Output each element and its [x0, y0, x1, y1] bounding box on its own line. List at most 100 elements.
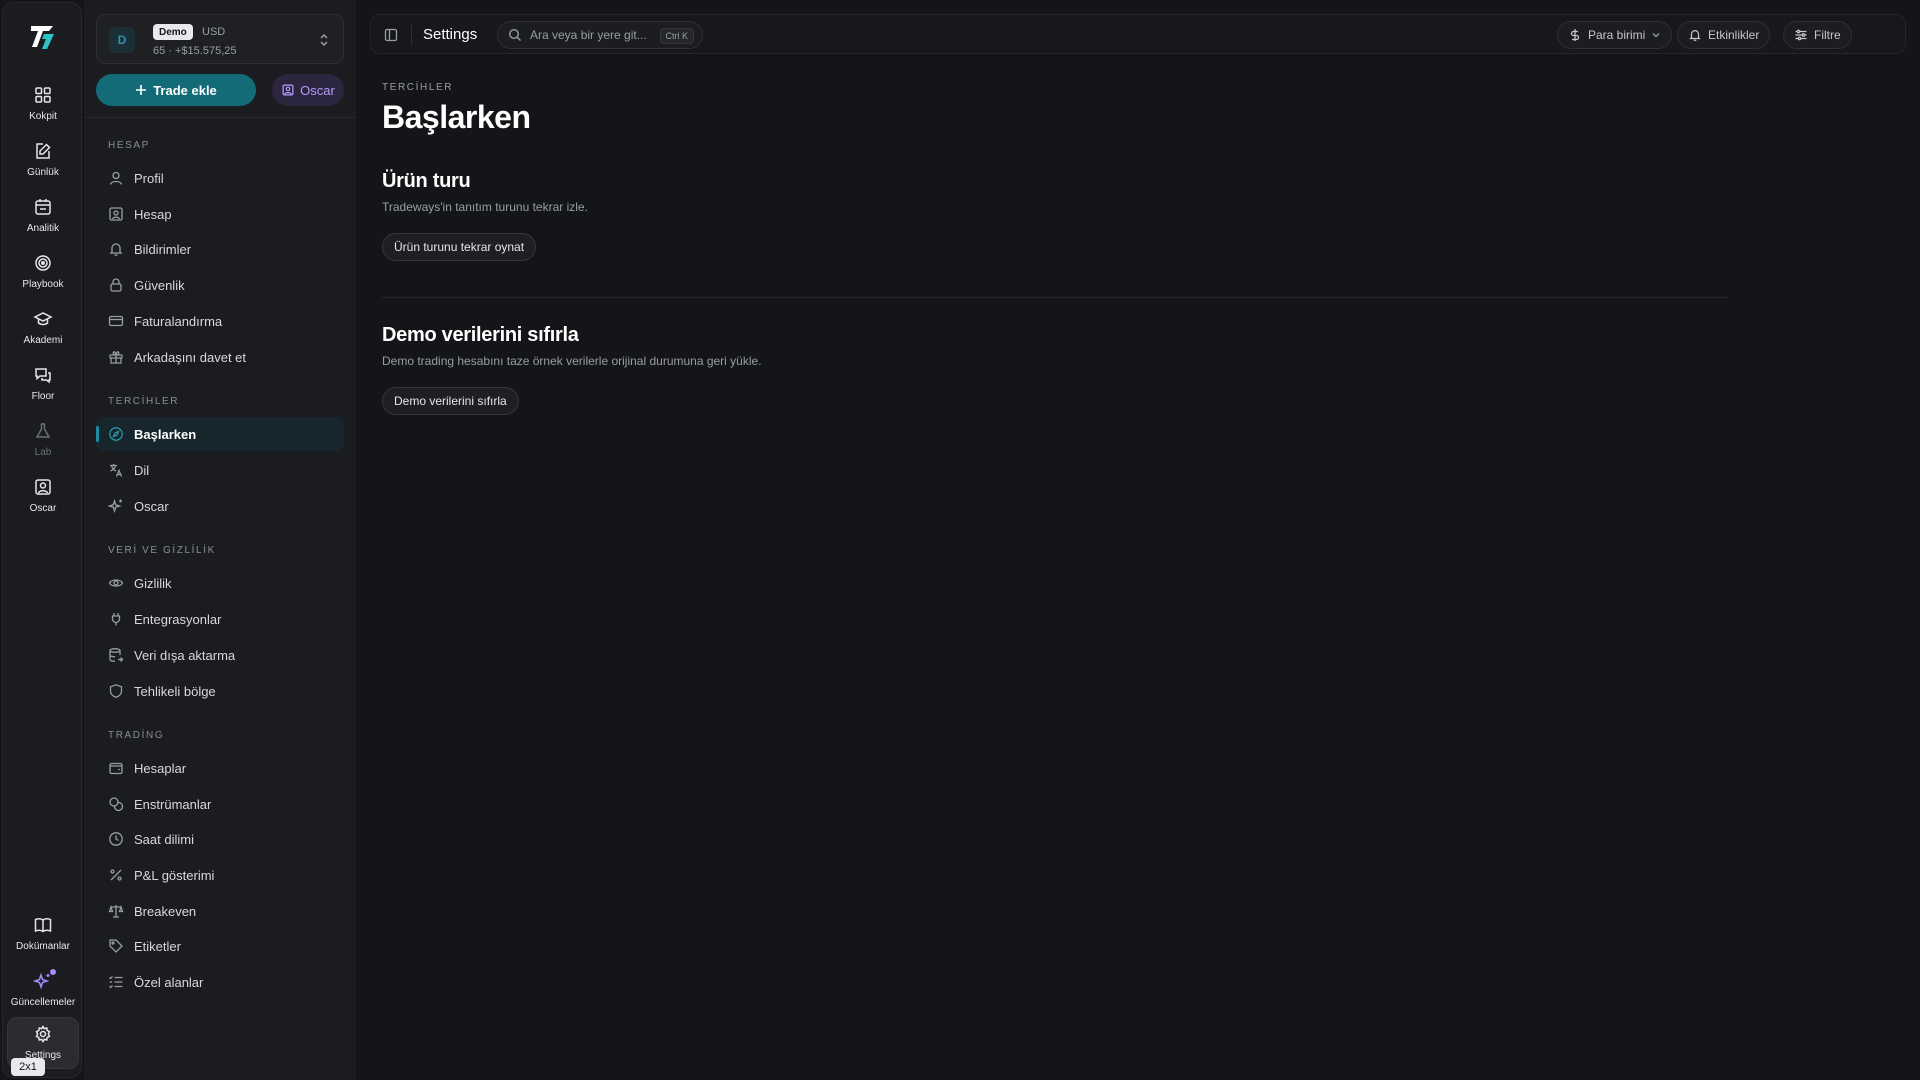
plus-icon [135, 84, 147, 96]
sidebar-item-ozel-alanlar[interactable]: Özel alanlar [96, 965, 344, 999]
translate-icon [108, 462, 124, 478]
sidebar-item-bildirimler[interactable]: Bildirimler [96, 232, 344, 266]
sidebar-item-veri-disa-aktarma[interactable]: Veri dışa aktarma [96, 638, 344, 672]
sidebar-item-arkadasini-davet-et[interactable]: Arkadaşını davet et [96, 340, 344, 374]
rail-item-akademi[interactable]: Akademi [7, 303, 79, 355]
graduation-cap-icon [33, 309, 53, 329]
search-input[interactable]: Ara veya bir yere git... Ctrl K [497, 21, 703, 49]
rail-label: Analitik [26, 223, 60, 234]
product-tour-title: Ürün turu [382, 170, 471, 192]
replay-tour-button[interactable]: Ürün turunu tekrar oynat [382, 233, 537, 261]
sidebar-item-label: Başlarken [134, 426, 197, 442]
section-eyebrow: TERCİHLER [382, 82, 454, 93]
sidebar-item-label: Breakeven [134, 903, 197, 919]
sidebar-item-label: Enstrümanlar [134, 796, 212, 812]
sidebar-item-entegrasyonlar[interactable]: Entegrasyonlar [96, 602, 344, 636]
rail-item-guncellemeler[interactable]: Güncellemeler [7, 965, 79, 1017]
rail-item-lab[interactable]: Lab [7, 415, 79, 467]
chevron-up-down-icon [317, 32, 331, 48]
sidebar-item-label: Özel alanlar [134, 974, 204, 990]
rail-item-gunluk[interactable]: Günlük [7, 135, 79, 187]
tradeways-logo-icon[interactable] [27, 21, 59, 53]
events-label: Etkinlikler [1708, 28, 1760, 42]
rail-item-analitik[interactable]: Analitik [7, 191, 79, 243]
sidebar-item-etiketler[interactable]: Etiketler [96, 929, 344, 963]
add-trade-button[interactable]: Trade ekle [96, 74, 256, 106]
sidebar-item-label: Saat dilimi [134, 831, 194, 847]
sidebar-divider [84, 117, 356, 118]
lock-icon [108, 277, 124, 293]
account-currency: USD [202, 26, 226, 38]
rail-label: Kokpit [29, 111, 57, 122]
sidebar-item-guvenlik[interactable]: Güvenlik [96, 268, 344, 302]
reset-demo-description: Demo trading hesabını taze örnek veriler… [382, 354, 762, 368]
sidebar-item-gizlilik[interactable]: Gizlilik [96, 566, 344, 600]
database-export-icon [108, 647, 124, 663]
sidebar-item-label: Tehlikeli bölge [134, 683, 216, 699]
sidebar-item-hesaplar[interactable]: Hesaplar [96, 751, 344, 785]
rail-item-playbook[interactable]: Playbook [7, 247, 79, 299]
sidebar-item-label: Hesaplar [134, 760, 187, 776]
sidebar-item-label: Gizlilik [134, 575, 172, 591]
account-summary: 65 · +$15.575,25 [153, 45, 237, 57]
keyboard-shortcut: Ctrl K [659, 28, 694, 44]
section-title-trading: TRADİNG [108, 730, 165, 741]
filter-label: Filtre [1814, 28, 1841, 42]
sidebar-item-label: P&L gösterimi [134, 867, 215, 883]
sidebar-item-enstrumanlar[interactable]: Enstrümanlar [96, 787, 344, 821]
sidebar-item-oscar[interactable]: Oscar [96, 489, 344, 523]
rail-label: Dokümanlar [16, 941, 70, 952]
topbar-divider [411, 25, 412, 45]
sidebar-item-breakeven[interactable]: Breakeven [96, 894, 344, 928]
sidebar-item-saat-dilimi[interactable]: Saat dilimi [96, 822, 344, 856]
sidebar-item-label: Arkadaşını davet et [134, 349, 247, 365]
reset-demo-button[interactable]: Demo verilerini sıfırla [382, 387, 519, 415]
sliders-icon [1794, 28, 1808, 42]
section-divider [382, 297, 1728, 298]
sidebar-item-label: Etiketler [134, 938, 181, 954]
rail-item-floor[interactable]: Floor [7, 359, 79, 411]
rail-label: Lab [34, 447, 52, 458]
sidebar-item-label: Entegrasyonlar [134, 611, 222, 627]
rail-item-oscar[interactable]: Oscar [7, 471, 79, 523]
sidebar-item-label: Veri dışa aktarma [134, 647, 236, 663]
sidebar-item-label: Güvenlik [134, 277, 185, 293]
sidebar-toggle-icon [384, 28, 398, 42]
rail-item-kokpit[interactable]: Kokpit [7, 79, 79, 131]
sidebar-toggle-button[interactable] [379, 23, 403, 47]
sparkles-icon [108, 498, 124, 514]
sidebar-item-label: Faturalandırma [134, 313, 223, 329]
gear-icon [33, 1024, 53, 1044]
compass-icon [108, 426, 124, 442]
wallet-icon [108, 760, 124, 776]
account-avatar: D [109, 27, 135, 53]
rail-label: Floor [31, 391, 55, 402]
oscar-button[interactable]: Oscar [272, 74, 344, 106]
add-trade-label: Trade ekle [153, 82, 217, 98]
tag-icon [108, 938, 124, 954]
flask-icon [33, 421, 53, 441]
events-button[interactable]: Etkinlikler [1677, 21, 1771, 49]
user-square-icon [108, 206, 124, 222]
sidebar-item-tehlikeli-bolge[interactable]: Tehlikeli bölge [96, 674, 344, 708]
currency-dropdown[interactable]: Para birimi [1557, 21, 1673, 49]
user-square-icon [33, 477, 53, 497]
eye-icon [108, 575, 124, 591]
sidebar-item-profil[interactable]: Profil [96, 161, 344, 195]
sidebar-item-dil[interactable]: Dil [96, 453, 344, 487]
clock-icon [108, 831, 124, 847]
sidebar-item-hesap[interactable]: Hesap [96, 197, 344, 231]
rail-label: Güncellemeler [10, 997, 76, 1008]
rail-item-dokumanlar[interactable]: Dokümanlar [7, 909, 79, 961]
sidebar-item-faturalandirma[interactable]: Faturalandırma [96, 304, 344, 338]
sidebar-item-pl-gosterimi[interactable]: P&L gösterimi [96, 858, 344, 892]
account-switcher[interactable]: D Demo USD 65 · +$15.575,25 [96, 14, 344, 64]
filter-button[interactable]: Filtre [1783, 21, 1852, 49]
dollar-icon [1568, 28, 1582, 42]
journal-edit-icon [33, 141, 53, 161]
oscar-label: Oscar [300, 82, 335, 98]
product-tour-description: Tradeways'in tanıtım turunu tekrar izle. [382, 200, 588, 214]
sidebar-item-baslarken[interactable]: Başlarken [96, 417, 344, 451]
scale-icon [108, 903, 124, 919]
bell-icon [1688, 28, 1702, 42]
